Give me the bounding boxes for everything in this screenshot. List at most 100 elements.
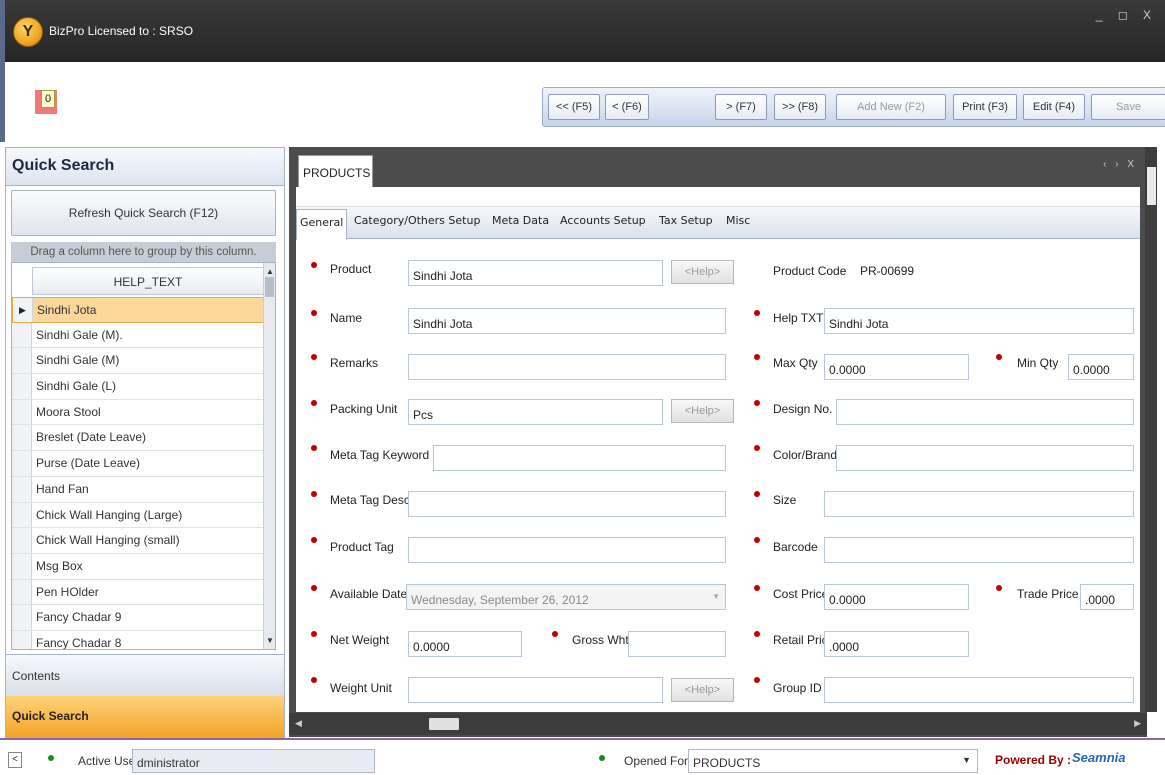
required-dot xyxy=(754,537,760,543)
document-panel: PRODUCTS ‹ › X General Category/Others S… xyxy=(289,147,1157,737)
net-weight-field[interactable]: 0.0000 xyxy=(408,631,522,657)
list-item[interactable]: Chick Wall Hanging (small) xyxy=(12,528,264,554)
help-text-column-header[interactable]: HELP_TEXT xyxy=(32,267,264,295)
print-button[interactable]: Print (F3) xyxy=(953,94,1017,120)
meta-tag-desc-field[interactable] xyxy=(408,491,726,517)
row-indicator[interactable] xyxy=(12,348,32,374)
opened-form-value: PRODUCTS xyxy=(693,756,761,770)
refresh-quick-search-button[interactable]: Refresh Quick Search (F12) xyxy=(11,190,276,236)
trade-price-field[interactable]: .0000 xyxy=(1080,584,1134,610)
list-item[interactable]: Chick Wall Hanging (Large) xyxy=(12,502,264,529)
weight-unit-field[interactable] xyxy=(408,677,663,703)
max-qty-label: Max Qty xyxy=(773,356,818,370)
tab-misc[interactable]: Misc xyxy=(726,214,750,227)
list-item[interactable]: ▶ Sindhi Jota xyxy=(12,297,264,323)
opened-form-select[interactable]: PRODUCTS ▼ xyxy=(688,749,978,773)
row-indicator[interactable] xyxy=(12,528,32,553)
group-by-hint[interactable]: Drag a column here to group by this colu… xyxy=(11,242,276,262)
last-record-button[interactable]: >> (F8) xyxy=(774,94,826,120)
remarks-field[interactable] xyxy=(408,354,726,380)
size-field[interactable] xyxy=(824,491,1134,517)
row-indicator[interactable] xyxy=(12,399,32,425)
row-indicator[interactable] xyxy=(12,502,32,528)
tab-tax-setup[interactable]: Tax Setup xyxy=(659,214,713,227)
vertical-scrollbar[interactable] xyxy=(1145,147,1157,712)
meta-tag-keyword-field[interactable] xyxy=(433,445,726,471)
next-record-button[interactable]: > (F7) xyxy=(715,94,767,120)
grid-scrollbar[interactable]: ▲ ▼ xyxy=(263,263,275,649)
list-item-label: Chick Wall Hanging (Large) xyxy=(36,507,183,522)
list-item[interactable]: Hand Fan xyxy=(12,476,264,503)
product-tag-field[interactable] xyxy=(408,537,726,563)
edit-button[interactable]: Edit (F4) xyxy=(1023,94,1085,120)
packing-unit-field[interactable]: Pcs xyxy=(408,399,663,425)
tab-category-others-setup[interactable]: Category/Others Setup xyxy=(354,214,480,227)
row-indicator[interactable] xyxy=(12,630,32,649)
row-indicator[interactable] xyxy=(12,374,32,399)
window-controls[interactable]: _ ◻ X xyxy=(1096,8,1157,22)
list-item[interactable]: Msg Box xyxy=(12,553,264,580)
scroll-down-icon[interactable]: ▼ xyxy=(266,636,274,645)
list-item[interactable]: Pen HOlder xyxy=(12,579,264,606)
collapse-button[interactable]: < xyxy=(8,752,22,768)
max-qty-field[interactable]: 0.0000 xyxy=(824,354,969,380)
scroll-left-icon[interactable]: ◀ xyxy=(295,718,302,729)
save-button[interactable]: Save xyxy=(1091,94,1165,120)
tab-products[interactable]: PRODUCTS xyxy=(298,155,373,187)
list-item[interactable]: Purse (Date Leave) xyxy=(12,451,264,477)
row-indicator[interactable] xyxy=(12,425,32,451)
cost-price-field[interactable]: 0.0000 xyxy=(824,584,969,610)
contents-nav-item[interactable]: Contents xyxy=(6,654,284,696)
chevron-down-icon[interactable]: ▼ xyxy=(962,755,971,765)
date-dropdown-icon[interactable]: ▼ xyxy=(712,592,720,601)
barcode-field[interactable] xyxy=(824,537,1134,563)
previous-record-button[interactable]: < (F6) xyxy=(605,94,649,120)
weight-unit-label: Weight Unit xyxy=(330,681,392,695)
list-item[interactable]: Sindhi Gale (M) xyxy=(12,348,264,375)
horizontal-scrollbar-thumb[interactable] xyxy=(429,718,459,730)
row-pointer-icon[interactable]: ▶ xyxy=(13,298,33,322)
row-indicator[interactable] xyxy=(12,322,32,348)
color-brand-field[interactable] xyxy=(836,445,1134,471)
row-indicator[interactable] xyxy=(12,451,32,476)
add-new-button[interactable]: Add New (F2) xyxy=(836,94,946,120)
tab-accounts-setup[interactable]: Accounts Setup xyxy=(560,214,646,227)
available-date-picker[interactable]: Wednesday, September 26, 2012 ▼ xyxy=(406,584,726,610)
horizontal-scrollbar[interactable]: ◀ ▶ xyxy=(289,713,1147,735)
name-field[interactable]: Sindhi Jota xyxy=(408,308,726,334)
weight-unit-help-button[interactable]: <Help> xyxy=(671,678,734,702)
vertical-scrollbar-thumb[interactable] xyxy=(1147,167,1156,205)
form-top-strip xyxy=(296,187,1140,207)
tab-meta-data[interactable]: Meta Data xyxy=(492,214,549,227)
min-qty-field[interactable]: 0.0000 xyxy=(1068,354,1134,380)
list-item[interactable]: Breslet (Date Leave) xyxy=(12,425,264,452)
list-item[interactable]: Moora Stool xyxy=(12,399,264,426)
row-indicator[interactable] xyxy=(12,579,32,605)
grid-scrollbar-thumb[interactable] xyxy=(265,277,274,297)
trade-price-label: Trade Price xyxy=(1017,587,1079,601)
product-field[interactable]: Sindhi Jota xyxy=(408,260,663,286)
help-txt-field[interactable]: Sindhi Jota xyxy=(824,308,1134,334)
list-item[interactable]: Fancy Chadar 9 xyxy=(12,605,264,631)
app-logo-icon[interactable]: Y xyxy=(13,17,43,47)
packing-unit-help-button[interactable]: <Help> xyxy=(671,399,734,423)
group-id-field[interactable] xyxy=(824,677,1134,703)
document-tab-controls[interactable]: ‹ › X xyxy=(1103,159,1137,170)
product-help-button[interactable]: <Help> xyxy=(671,260,734,284)
gross-wht-field[interactable] xyxy=(628,631,726,657)
retail-price-field[interactable]: .0000 xyxy=(824,631,969,657)
row-indicator[interactable] xyxy=(12,476,32,502)
first-record-button[interactable]: << (F5) xyxy=(548,94,600,120)
list-item[interactable]: Sindhi Gale (L) xyxy=(12,374,264,400)
tab-general[interactable]: General xyxy=(296,209,348,240)
scroll-up-icon[interactable]: ▲ xyxy=(266,267,274,276)
row-indicator[interactable] xyxy=(12,553,32,579)
list-item[interactable]: Fancy Chadar 8 xyxy=(12,630,264,649)
navigation-toolbar: << (F5) < (F6) > (F7) >> (F8) Add New (F… xyxy=(542,87,1165,127)
list-item[interactable]: Sindhi Gale (M). xyxy=(12,322,264,349)
quick-search-nav-item[interactable]: Quick Search xyxy=(6,696,284,737)
scroll-right-icon[interactable]: ▶ xyxy=(1134,718,1141,729)
row-indicator[interactable] xyxy=(12,605,32,630)
required-dot xyxy=(311,445,317,451)
design-no-field[interactable] xyxy=(836,399,1134,425)
